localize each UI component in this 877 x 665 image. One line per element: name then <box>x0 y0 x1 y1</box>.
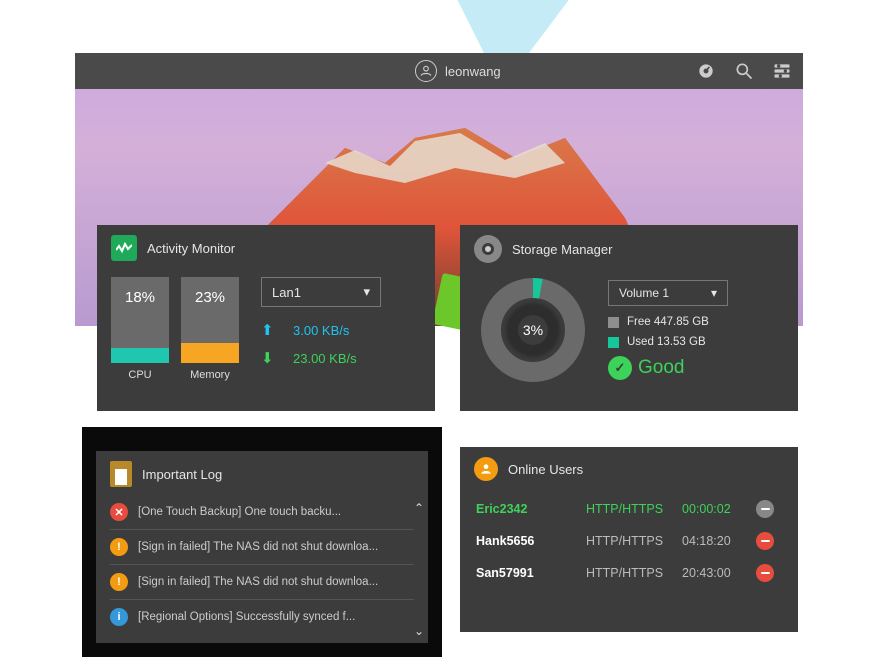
log-widget-frame: Important Log ⌃ ⌄ ✕ [One Touch Backup] On… <box>82 427 442 657</box>
used-label: Used 13.53 GB <box>627 336 706 348</box>
user-name: Eric2342 <box>476 502 580 516</box>
user-protocol: HTTP/HTTPS <box>586 502 676 516</box>
cpu-percent: 18% <box>125 289 155 306</box>
disconnect-button[interactable] <box>756 532 774 550</box>
log-error-icon: ✕ <box>110 503 128 521</box>
arrow-down-icon: ⬇ <box>261 349 277 367</box>
user-protocol: HTTP/HTTPS <box>586 534 676 548</box>
upload-speed: 3.00 KB/s <box>293 323 349 338</box>
chevron-down-icon: ▾ <box>363 284 370 300</box>
swatch-free <box>608 317 619 328</box>
disconnect-button[interactable] <box>756 564 774 582</box>
chevron-up-icon[interactable]: ⌃ <box>414 501 424 515</box>
log-warn-icon: ! <box>110 573 128 591</box>
user-name: San57991 <box>476 566 580 580</box>
activity-monitor-widget: Activity Monitor 18% CPU 23% Memory Lan1… <box>97 225 435 411</box>
activity-icon <box>111 235 137 261</box>
log-warn-icon: ! <box>110 538 128 556</box>
download-row: ⬇ 23.00 KB/s <box>261 349 421 367</box>
log-text: [Regional Options] Successfully synced f… <box>138 611 414 623</box>
volume-selected: Volume 1 <box>619 286 669 300</box>
chevron-down-icon[interactable]: ⌄ <box>414 624 424 638</box>
user-row: Eric2342 HTTP/HTTPS 00:00:02 <box>476 493 782 525</box>
user-row: San57991 HTTP/HTTPS 20:43:00 <box>476 557 782 589</box>
log-row[interactable]: i [Regional Options] Successfully synced … <box>110 600 414 634</box>
online-users-widget: Online Users Eric2342 HTTP/HTTPS 00:00:02 H… <box>460 447 798 632</box>
user-protocol: HTTP/HTTPS <box>586 566 676 580</box>
check-icon: ✓ <box>608 356 632 380</box>
lan-select[interactable]: Lan1 ▾ <box>261 277 381 307</box>
memory-label: Memory <box>190 369 230 381</box>
free-label: Free 447.85 GB <box>627 316 709 328</box>
user-time: 20:43:00 <box>682 566 750 580</box>
download-speed: 23.00 KB/s <box>293 351 357 366</box>
current-user[interactable]: leonwang <box>415 60 501 82</box>
activity-title: Activity Monitor <box>147 241 235 256</box>
user-time: 00:00:02 <box>682 502 750 516</box>
memory-gauge: 23% Memory <box>181 277 239 381</box>
status-text: Good <box>638 357 684 379</box>
storage-donut: 3% <box>478 275 588 385</box>
log-title: Important Log <box>142 467 222 482</box>
log-list: ⌃ ⌄ ✕ [One Touch Backup] One touch backu.… <box>96 495 428 644</box>
users-title: Online Users <box>508 462 583 477</box>
user-time: 04:18:20 <box>682 534 750 548</box>
legend-free: Free 447.85 GB <box>608 316 780 328</box>
storage-icon <box>474 235 502 263</box>
user-row: Hank5656 HTTP/HTTPS 04:18:20 <box>476 525 782 557</box>
dashboard-icon[interactable] <box>695 60 717 82</box>
storage-used-percent: 3% <box>508 305 558 355</box>
log-text: [Sign in failed] The NAS did not shut do… <box>138 541 414 553</box>
user-name: Hank5656 <box>476 534 580 548</box>
cpu-label: CPU <box>128 369 151 381</box>
users-icon <box>474 457 498 481</box>
top-bar: leonwang <box>75 53 803 89</box>
upload-row: ⬆ 3.00 KB/s <box>261 321 421 339</box>
user-avatar-icon <box>415 60 437 82</box>
storage-manager-widget: Storage Manager 3% Volume 1 ▾ Free 447.8… <box>460 225 798 411</box>
user-table: Eric2342 HTTP/HTTPS 00:00:02 Hank5656 HTTP/H… <box>460 489 798 599</box>
lan-selected: Lan1 <box>272 285 301 300</box>
volume-select[interactable]: Volume 1 ▾ <box>608 280 728 306</box>
swatch-used <box>608 337 619 348</box>
username-label: leonwang <box>445 64 501 79</box>
cpu-gauge: 18% CPU <box>111 277 169 381</box>
arrow-up-icon: ⬆ <box>261 321 277 339</box>
log-icon <box>110 461 132 487</box>
log-row[interactable]: ! [Sign in failed] The NAS did not shut d… <box>110 565 414 600</box>
memory-percent: 23% <box>195 289 225 306</box>
settings-icon[interactable] <box>771 60 793 82</box>
log-row[interactable]: ! [Sign in failed] The NAS did not shut d… <box>110 530 414 565</box>
storage-title: Storage Manager <box>512 242 612 257</box>
log-info-icon: i <box>110 608 128 626</box>
disconnect-button[interactable] <box>756 500 774 518</box>
chevron-down-icon: ▾ <box>711 286 717 300</box>
log-text: [One Touch Backup] One touch backu... <box>138 506 414 518</box>
legend-used: Used 13.53 GB <box>608 336 780 348</box>
search-icon[interactable] <box>733 60 755 82</box>
log-text: [Sign in failed] The NAS did not shut do… <box>138 576 414 588</box>
log-row[interactable]: ✕ [One Touch Backup] One touch backu... <box>110 495 414 530</box>
status-row: ✓ Good <box>608 356 780 380</box>
important-log-widget: Important Log ⌃ ⌄ ✕ [One Touch Backup] On… <box>96 451 428 643</box>
